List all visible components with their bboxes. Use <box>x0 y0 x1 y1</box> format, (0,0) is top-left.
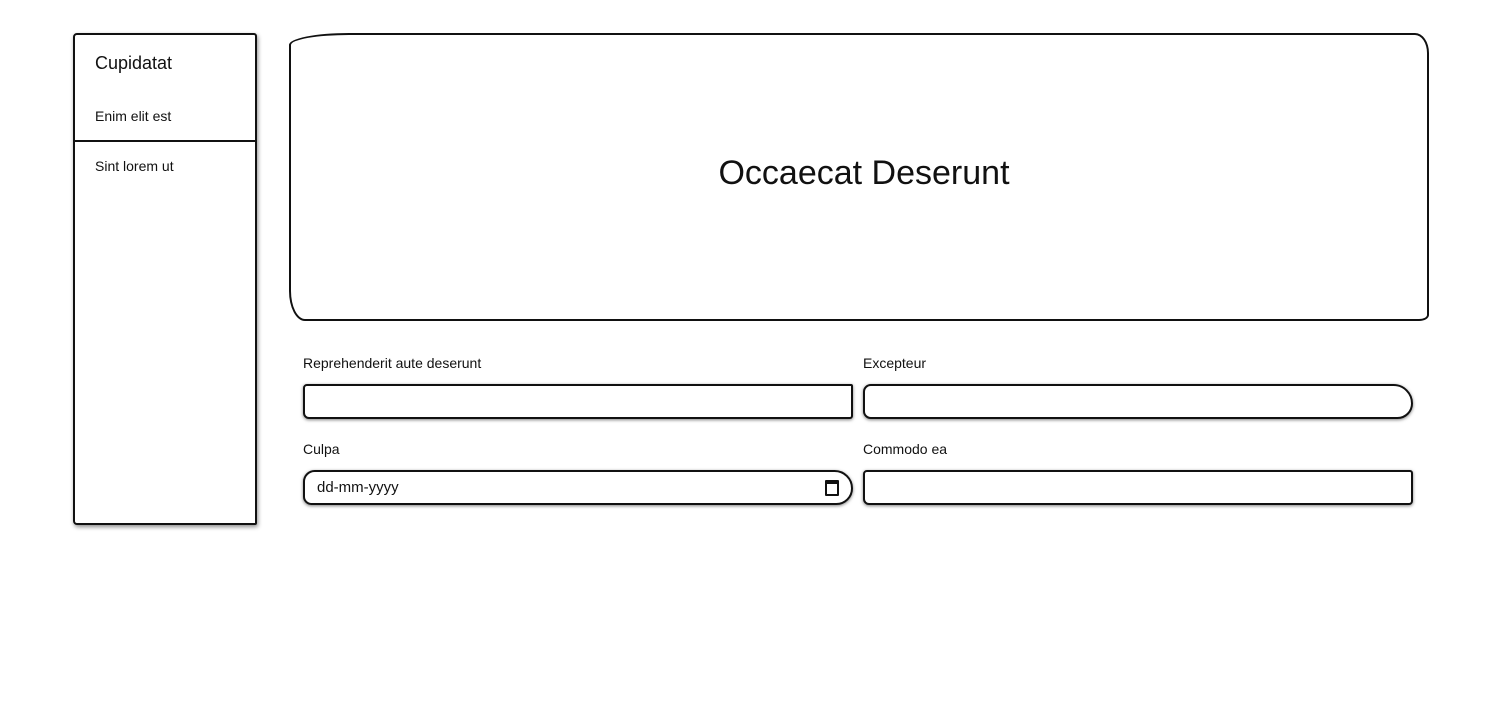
sidebar-item-enim-elit-est[interactable]: Enim elit est <box>95 108 171 124</box>
culpa-date-input[interactable]: dd-mm-yyyy <box>303 470 853 505</box>
date-placeholder: dd-mm-yyyy <box>317 479 399 496</box>
commodo-ea-input[interactable] <box>863 470 1413 505</box>
excepteur-input[interactable] <box>863 384 1413 419</box>
field-commodo-ea: Commodo ea <box>863 441 1413 505</box>
reprehenderit-input[interactable] <box>303 384 853 419</box>
field-reprehenderit: Reprehenderit aute deserunt <box>303 355 853 419</box>
sidebar-title: Cupidatat <box>95 53 173 73</box>
field-label: Reprehenderit aute deserunt <box>303 355 482 371</box>
field-label: Culpa <box>303 441 340 457</box>
page-title: Occaecat Deserunt <box>718 153 1010 192</box>
calendar-icon[interactable] <box>825 479 839 496</box>
sidebar: Cupidatat Enim elit est Sint lorem ut <box>73 33 257 525</box>
hero-banner: Occaecat Deserunt <box>289 33 1429 321</box>
sidebar-item-sint-lorem-ut[interactable]: Sint lorem ut <box>95 158 174 174</box>
field-label: Excepteur <box>863 355 927 371</box>
field-excepteur: Excepteur <box>863 355 1413 419</box>
field-culpa: Culpa dd-mm-yyyy <box>303 441 853 505</box>
sidebar-divider <box>75 140 255 142</box>
field-label: Commodo ea <box>863 441 948 457</box>
